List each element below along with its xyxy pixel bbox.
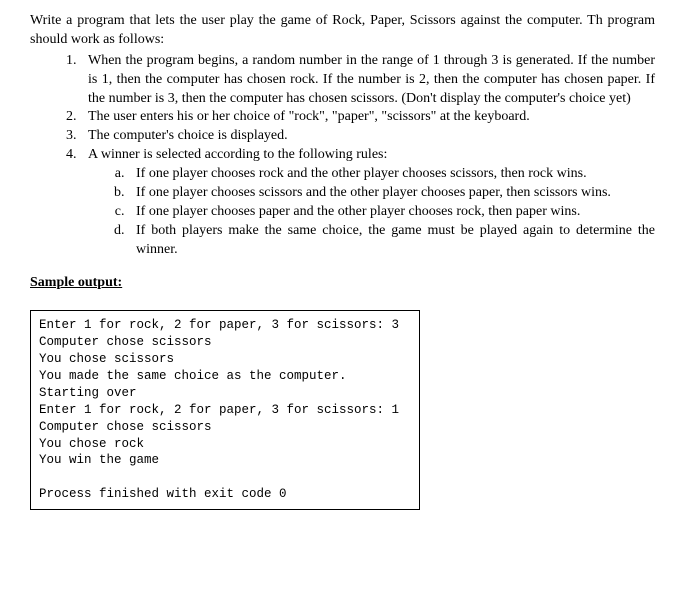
step-4-text: A winner is selected according to the fo… (88, 147, 387, 162)
rule-a: If one player chooses rock and the other… (128, 165, 655, 184)
step-3: The computer's choice is displayed. (80, 127, 655, 146)
rule-b: If one player chooses scissors and the o… (128, 184, 655, 203)
problem-intro: Write a program that lets the user play … (30, 12, 655, 50)
step-2: The user enters his or her choice of "ro… (80, 108, 655, 127)
main-steps-list: When the program begins, a random number… (30, 52, 655, 260)
step-4: A winner is selected according to the fo… (80, 146, 655, 259)
step-1: When the program begins, a random number… (80, 52, 655, 109)
rule-c: If one player chooses paper and the othe… (128, 203, 655, 222)
sample-output-box: Enter 1 for rock, 2 for paper, 3 for sci… (30, 310, 420, 510)
sample-output-heading: Sample output: (30, 274, 655, 293)
rules-sublist: If one player chooses rock and the other… (88, 165, 655, 259)
rule-d: If both players make the same choice, th… (128, 222, 655, 260)
